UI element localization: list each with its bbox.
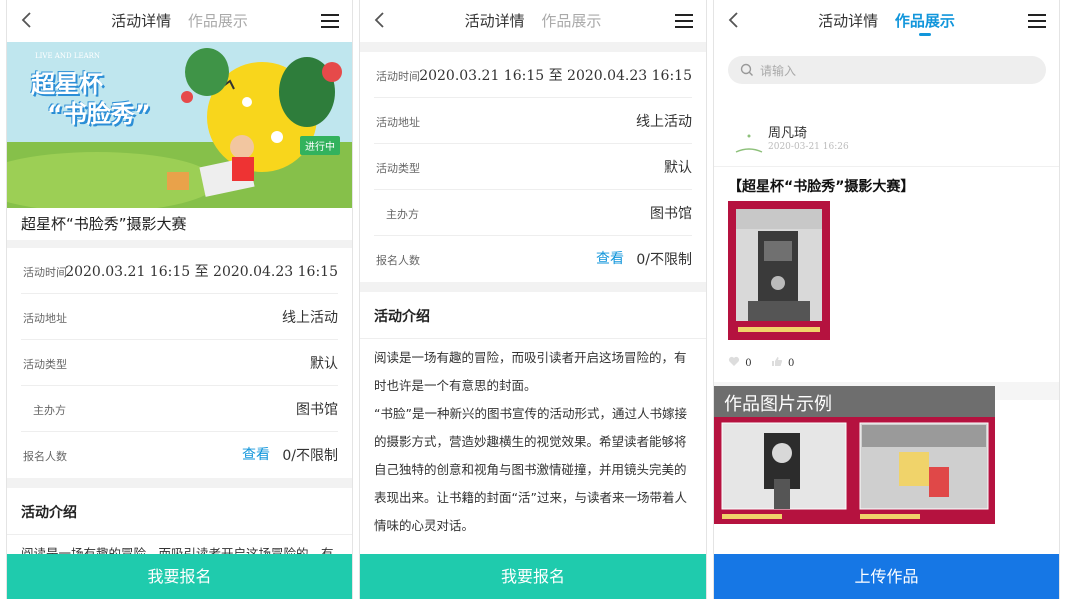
info-row-organizer: 主办方 图书馆 [374, 190, 692, 236]
intro-paragraph-2: “书脸”是一种新兴的图书宣传的活动形式，通过人书嫁接的摄影方式，营造妙趣横生的视… [374, 406, 687, 533]
info-row-type: 活动类型 默认 [374, 144, 692, 190]
divider [7, 534, 352, 535]
info-label: 报名人数 [23, 450, 67, 463]
upload-work-button[interactable]: 上传作品 [714, 554, 1059, 599]
heart-icon[interactable] [728, 356, 740, 370]
menu-icon[interactable] [674, 13, 694, 29]
info-row-organizer: 主办方 图书馆 [21, 386, 338, 432]
top-bar: 活动详情 作品展示 [714, 0, 1059, 42]
intro-heading: 活动介绍 [374, 309, 430, 325]
tab-bar: 活动详情 作品展示 [714, 10, 1059, 36]
info-box: 活动时间 2020.03.21 16:15 至 2020.04.23 16:15… [7, 248, 352, 478]
title-block: 超星杯“书脸秀”摄影大赛 [7, 208, 352, 240]
tab-showcase[interactable]: 作品展示 [541, 10, 601, 31]
info-label: 活动时间 [376, 70, 420, 83]
info-value: 2020.03.21 16:15 至 2020.04.23 16:15 [419, 68, 692, 84]
info-label: 活动类型 [376, 162, 420, 175]
example-image[interactable]: 作品图片示例 [714, 386, 995, 524]
info-box: 活动时间 2020.03.21 16:15 至 2020.04.23 16:15… [360, 52, 706, 282]
info-row-time: 活动时间 2020.03.21 16:15 至 2020.04.23 16:15 [21, 248, 338, 294]
showcase-list: 请输入 周凡琦 2020-03-21 16:26 【超星杯“书脸秀”摄影大赛】 [714, 42, 1059, 599]
banner-small-text: LIVE AND LEARN [35, 52, 101, 60]
work-photo[interactable] [728, 201, 830, 340]
search-icon [740, 63, 753, 76]
info-value: 2020.03.21 16:15 至 2020.04.23 16:15 [65, 264, 338, 280]
tab-bar: 活动详情 作品展示 [7, 10, 352, 31]
view-signups-link[interactable]: 查看 [596, 248, 624, 268]
top-bar: 活动详情 作品展示 [7, 0, 352, 42]
like-count: 0 [745, 357, 752, 369]
info-label: 活动地址 [23, 312, 67, 325]
intro-box: 活动介绍 阅读是一场有趣的冒险，而吸引读者开启这场冒险的，有时也许是一个有意思的… [360, 292, 706, 599]
info-value: 线上活动 [636, 114, 692, 130]
search-input[interactable]: 请输入 [728, 56, 1046, 84]
phone-panel-details: 活动详情 作品展示 LIVE AND LEARN 超星杯 “书脸秀” 进行中 超… [6, 0, 353, 599]
info-value: 图书馆 [650, 206, 692, 222]
phone-panel-showcase: 活动详情 作品展示 请输入 周凡琦 2020-03-21 16:26 【超星杯“… [713, 0, 1060, 599]
thumbs-count: 0 [787, 357, 795, 369]
reaction-row: 0 0 [728, 356, 794, 370]
tab-details[interactable]: 活动详情 [465, 10, 525, 31]
post-time: 2020-03-21 16:26 [768, 142, 849, 152]
banner-title-line2: “书脸秀” [47, 100, 151, 128]
info-row-signups: 报名人数 查看 0/不限制 [21, 432, 338, 478]
user-name: 周凡琦 [768, 126, 808, 141]
info-label: 主办方 [386, 208, 419, 221]
info-row-type: 活动类型 默认 [21, 340, 338, 386]
info-value: 0/不限制 [282, 448, 338, 464]
top-bar: 活动详情 作品展示 [360, 0, 706, 42]
info-value: 图书馆 [296, 402, 338, 418]
menu-icon[interactable] [1027, 13, 1047, 29]
info-value: 0/不限制 [636, 252, 692, 268]
example-header: 作品图片示例 [714, 386, 995, 417]
avatar[interactable] [732, 122, 766, 156]
view-signups-link[interactable]: 查看 [242, 444, 270, 464]
phone-panel-details-scrolled: 活动详情 作品展示 活动时间 2020.03.21 16:15 至 2020.0… [359, 0, 707, 599]
divider [714, 166, 1059, 167]
tab-showcase[interactable]: 作品展示 [188, 10, 248, 31]
register-button[interactable]: 我要报名 [360, 554, 706, 599]
tab-bar: 活动详情 作品展示 [360, 10, 706, 31]
info-label: 活动地址 [376, 116, 420, 129]
register-button[interactable]: 我要报名 [7, 554, 352, 599]
menu-icon[interactable] [320, 13, 340, 29]
info-value: 默认 [664, 160, 692, 176]
info-label: 主办方 [33, 404, 66, 417]
info-row-address: 活动地址 线上活动 [374, 98, 692, 144]
thumbs-up-icon[interactable] [771, 356, 783, 370]
tab-showcase-label: 作品展示 [894, 12, 955, 30]
activity-title: 超星杯“书脸秀”摄影大赛 [21, 215, 187, 233]
active-tab-indicator [918, 33, 931, 36]
tab-details[interactable]: 活动详情 [111, 10, 171, 31]
intro-heading: 活动介绍 [21, 505, 77, 521]
work-title[interactable]: 【超星杯“书脸秀”摄影大赛】 [728, 176, 914, 196]
status-badge: 进行中 [300, 136, 340, 155]
activity-banner: LIVE AND LEARN 超星杯 “书脸秀” [7, 42, 352, 208]
tab-showcase[interactable]: 作品展示 [894, 10, 955, 36]
info-value: 线上活动 [282, 310, 338, 326]
info-label: 活动类型 [23, 358, 67, 371]
search-placeholder: 请输入 [760, 64, 797, 78]
info-value: 默认 [310, 356, 338, 372]
info-row-signups: 报名人数 查看 0/不限制 [374, 236, 692, 282]
info-label: 活动时间 [23, 266, 67, 279]
info-label: 报名人数 [376, 254, 420, 267]
intro-paragraph-1: 阅读是一场有趣的冒险，而吸引读者开启这场冒险的，有时也许是一个有意思的封面。 [374, 350, 687, 393]
divider [360, 338, 706, 339]
info-row-address: 活动地址 线上活动 [21, 294, 338, 340]
info-row-time: 活动时间 2020.03.21 16:15 至 2020.04.23 16:15 [374, 52, 692, 98]
tab-details[interactable]: 活动详情 [818, 10, 878, 31]
